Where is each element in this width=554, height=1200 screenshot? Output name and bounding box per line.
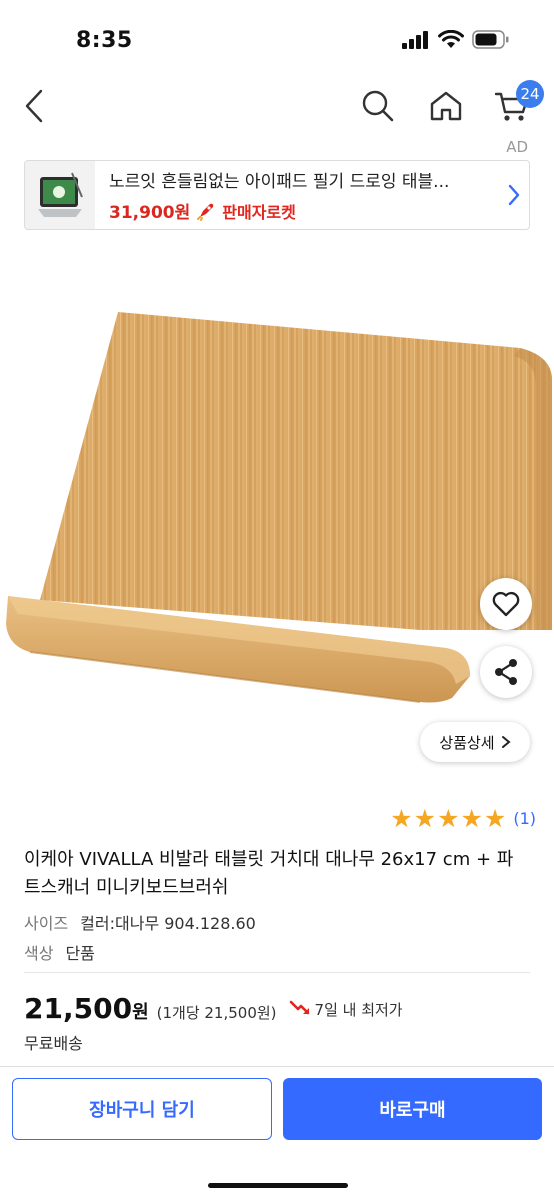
status-time: 8:35 [76, 28, 133, 53]
divider [0, 1066, 554, 1067]
star-icon: ★ [460, 804, 483, 833]
product-title: 이케아 VIVALLA 비발라 태블릿 거치대 대나무 26x17 cm + 파… [24, 849, 514, 898]
home-indicator [208, 1183, 348, 1188]
shipping-info: 무료배송 [24, 1034, 83, 1053]
ad-chevron[interactable] [499, 184, 529, 206]
home-button[interactable] [424, 78, 468, 134]
product-detail-button[interactable]: 상품상세 [420, 722, 530, 762]
home-icon [430, 91, 462, 121]
buy-now-button[interactable]: 바로구매 [283, 1078, 542, 1140]
price-unit: 원 [132, 1002, 149, 1023]
price-per-unit: (1개당 21,500원) [156, 1004, 277, 1022]
status-bar: 8:35 [0, 0, 554, 76]
nav-bar: 24 [0, 78, 554, 138]
price: 21,500 [24, 992, 133, 1025]
search-icon [362, 90, 394, 122]
lowest-price-badge: 7일 내 최저가 [289, 999, 403, 1020]
ad-label: AD [506, 138, 528, 156]
ad-thumbnail [25, 161, 95, 229]
cellular-signal-icon [402, 30, 428, 49]
ad-banner[interactable]: 노르잇 흔들림없는 아이패드 필기 드로잉 태블... 31,900원 판매자로… [24, 160, 530, 230]
star-icon: ★ [483, 804, 507, 833]
cart-count-badge: 24 [516, 80, 544, 108]
ad-title: 노르잇 흔들림없는 아이패드 필기 드로잉 태블... [109, 172, 450, 192]
lowest-price-label: 7일 내 최저가 [314, 1000, 403, 1019]
status-icons [402, 30, 510, 49]
wishlist-button[interactable] [480, 578, 532, 630]
share-button[interactable] [480, 646, 532, 698]
option-row-color: 색상 단품 [24, 940, 95, 964]
option-row-size: 사이즈 컬러:대나무 904.128.60 [24, 910, 256, 934]
option-value: 컬러:대나무 904.128.60 [80, 914, 256, 933]
rocket-icon [197, 203, 214, 221]
bamboo-tablet-stand-image [6, 312, 552, 703]
wifi-icon [438, 30, 464, 48]
back-button[interactable] [12, 78, 56, 134]
product-image[interactable] [0, 300, 554, 720]
star-icon: ★ [413, 804, 437, 833]
option-value: 단품 [65, 944, 95, 963]
share-icon [495, 659, 517, 685]
ad-rocket-label: 판매자로켓 [222, 202, 296, 222]
option-label: 사이즈 [24, 914, 69, 933]
ad-price: 31,900원 [109, 203, 191, 223]
trend-down-icon [289, 1000, 309, 1015]
chevron-right-icon [501, 736, 511, 748]
chevron-right-icon [508, 184, 520, 206]
battery-icon [472, 30, 509, 49]
divider [24, 972, 530, 973]
price-row: 21,500 원 (1개당 21,500원) 7일 내 최저가 [24, 992, 403, 1025]
heart-icon [492, 591, 520, 617]
star-icon: ★ [437, 804, 460, 833]
star-icon: ★ [390, 804, 413, 833]
chevron-left-icon [25, 89, 43, 123]
search-button[interactable] [356, 78, 400, 134]
rating[interactable]: ★ ★ ★ ★ ★ (1) [390, 806, 536, 831]
product-detail-label: 상품상세 [439, 733, 495, 752]
option-label: 색상 [24, 944, 54, 963]
tablet-stand-thumbnail-icon [38, 172, 83, 217]
review-count[interactable]: (1) [513, 809, 536, 828]
cart-button[interactable]: 24 [492, 78, 544, 134]
add-to-cart-button[interactable]: 장바구니 담기 [12, 1078, 272, 1140]
